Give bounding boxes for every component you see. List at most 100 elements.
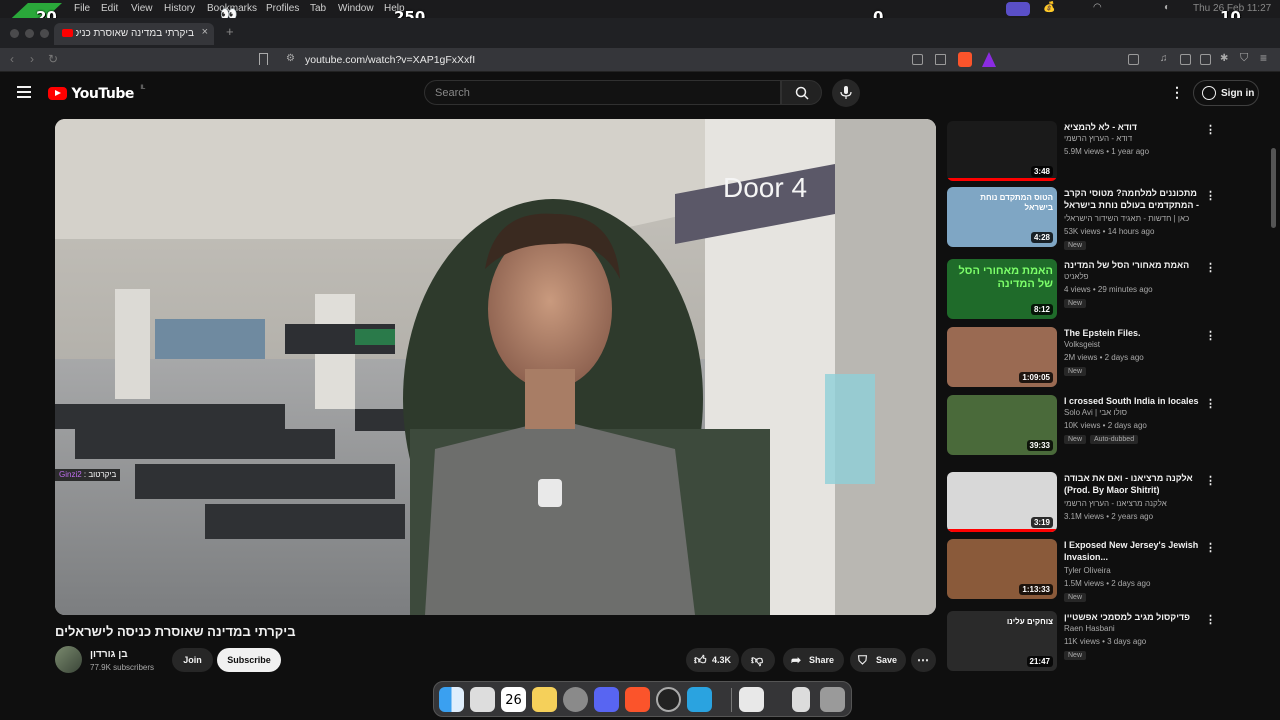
system-settings-icon[interactable] xyxy=(563,687,588,712)
bookmark-icon[interactable] xyxy=(259,53,268,65)
like-button[interactable]: 👍︎ 4.3K xyxy=(686,648,739,672)
share-page-icon[interactable] xyxy=(935,54,946,65)
recommendation-menu-icon[interactable]: ⋮ xyxy=(1205,397,1216,410)
recommendation-thumbnail[interactable]: 3:19 xyxy=(947,472,1057,532)
recommendation-menu-icon[interactable]: ⋮ xyxy=(1205,329,1216,342)
reload-icon[interactable]: ↻ xyxy=(48,52,58,66)
site-info-icon[interactable]: ⚙ xyxy=(286,53,295,64)
forward-icon[interactable]: › xyxy=(30,52,34,66)
brave-rewards-icon[interactable] xyxy=(982,52,996,67)
finder-icon[interactable] xyxy=(439,687,464,712)
back-icon[interactable]: ‹ xyxy=(10,52,14,66)
video-player[interactable]: Door 4 Ginzi2 : ביקרטוב xyxy=(55,119,936,615)
recommendation-thumbnail[interactable]: האמת מאחורי הסל של המדינה 8:12 xyxy=(947,259,1057,319)
browser-tab[interactable]: ביקרתי במדינה שאוסרת כניסה לישראלים × xyxy=(54,23,214,45)
recommendation-thumbnail[interactable]: 1:09:05 xyxy=(947,327,1057,387)
search-button[interactable] xyxy=(781,80,822,105)
calendar-icon[interactable]: 26 xyxy=(501,687,526,712)
save-button[interactable]: ⛉ Save xyxy=(850,648,906,672)
more-actions-button[interactable]: ⋯ xyxy=(911,648,936,672)
recommendation-menu-icon[interactable]: ⋮ xyxy=(1205,123,1216,136)
recommendation-menu-icon[interactable]: ⋮ xyxy=(1205,613,1216,626)
browser-menu-icon[interactable]: ≡ xyxy=(1260,51,1267,65)
recommendation-title[interactable]: דודא - לא להמציא xyxy=(1064,121,1204,133)
discord-icon[interactable] xyxy=(594,687,619,712)
recommendation-thumbnail[interactable]: 1:13:33 xyxy=(947,539,1057,599)
wallet-icon[interactable] xyxy=(1200,54,1211,65)
cast-icon[interactable] xyxy=(912,54,923,65)
hamburger-menu-icon[interactable] xyxy=(17,86,31,98)
recommendation-thumbnail[interactable]: צוחקים עלינו 21:47 xyxy=(947,611,1057,671)
recommendation-item[interactable]: 1:13:33 I Exposed New Jersey's Jewish Inv… xyxy=(947,539,1247,602)
recommendation-thumbnail[interactable]: הטוס המתקדם נוחת בישראל 4:28 xyxy=(947,187,1057,247)
recommendation-title[interactable]: אלקנה מרציאנו - ואם את אבודה (Prod. By M… xyxy=(1064,472,1204,496)
recommendation-channel[interactable]: Volksgeist xyxy=(1064,340,1100,349)
sidebar-icon[interactable] xyxy=(1128,54,1139,65)
minimize-window-button[interactable] xyxy=(25,29,34,38)
recommendation-item[interactable]: 3:19 אלקנה מרציאנו - ואם את אבודה (Prod. … xyxy=(947,472,1247,534)
url-field[interactable]: youtube.com/watch?v=XAP1gFxXxfI xyxy=(305,54,475,66)
settings-kebab-icon[interactable]: ⋮ xyxy=(1170,84,1184,101)
recommendation-channel[interactable]: אלקנה מרציאנו - הערוץ הרשמי xyxy=(1064,499,1167,508)
split-view-icon[interactable] xyxy=(1180,54,1191,65)
recommendation-thumbnail[interactable]: 39:33 xyxy=(947,395,1057,455)
recommendation-channel[interactable]: כאן | חדשות - תאגיד השידור הישראלי xyxy=(1064,214,1189,223)
recommendation-title[interactable]: I Exposed New Jersey's Jewish Invasion..… xyxy=(1064,539,1204,563)
recommendation-item[interactable]: הטוס המתקדם נוחת בישראל 4:28 מתכוננים למלח… xyxy=(947,187,1247,250)
menu-edit[interactable]: Edit xyxy=(101,3,118,14)
recommendation-thumbnail[interactable]: 3:48 xyxy=(947,121,1057,181)
recommendation-title[interactable]: מתכוננים למלחמה? מטוסי הקרב המתקדמים בעו… xyxy=(1064,187,1204,213)
new-tab-button[interactable]: + xyxy=(226,24,234,39)
recommendation-item[interactable]: 3:48 דודא - לא להמציא דודא - הערוץ הרשמי 5.… xyxy=(947,121,1247,183)
control-center-icon[interactable]: ◐ xyxy=(1164,2,1170,13)
notes-icon[interactable] xyxy=(532,687,557,712)
menu-profiles[interactable]: Profiles xyxy=(266,3,299,14)
recommendation-title[interactable]: The Epstein Files. xyxy=(1064,327,1204,339)
launchpad-icon[interactable] xyxy=(470,687,495,712)
telegram-icon[interactable] xyxy=(687,687,712,712)
sign-in-button[interactable]: Sign in xyxy=(1193,80,1259,106)
search-input[interactable] xyxy=(435,87,765,99)
join-button[interactable]: Join xyxy=(172,648,213,672)
recommendation-title[interactable]: I crossed South India in locales xyxy=(1064,395,1204,407)
music-icon[interactable]: ♫ xyxy=(1160,53,1168,64)
archive-file-icon[interactable] xyxy=(792,687,810,712)
trash-icon[interactable] xyxy=(820,687,845,712)
extensions-icon[interactable]: ✱ xyxy=(1220,53,1228,64)
recommendation-title[interactable]: פדיקסול מגיב למסמכי אפשטיין xyxy=(1064,611,1204,623)
recommendation-menu-icon[interactable]: ⋮ xyxy=(1205,474,1216,487)
wifi-icon[interactable]: ◠ xyxy=(1093,2,1102,13)
recommendation-item[interactable]: צוחקים עלינו 21:47 פדיקסול מגיב למסמכי אפש… xyxy=(947,611,1247,673)
brave-shields-icon[interactable] xyxy=(958,52,972,67)
recommendation-menu-icon[interactable]: ⋮ xyxy=(1205,541,1216,554)
maximize-window-button[interactable] xyxy=(40,29,49,38)
menu-history[interactable]: History xyxy=(164,3,195,14)
recommendation-channel[interactable]: פלאניט xyxy=(1064,272,1089,281)
recommendation-item[interactable]: האמת מאחורי הסל של המדינה 8:12 האמת מאחורי… xyxy=(947,259,1247,321)
recommendation-channel[interactable]: Raen Hasbani xyxy=(1064,624,1115,633)
menu-file[interactable]: File xyxy=(74,3,90,14)
menu-window[interactable]: Window xyxy=(338,3,374,14)
menu-view[interactable]: View xyxy=(131,3,153,14)
money-bag-icon[interactable]: 💰 xyxy=(1043,2,1055,13)
recommendation-menu-icon[interactable]: ⋮ xyxy=(1205,189,1216,202)
menu-tab[interactable]: Tab xyxy=(310,3,326,14)
close-tab-icon[interactable]: × xyxy=(202,26,208,38)
recommendation-menu-icon[interactable]: ⋮ xyxy=(1205,261,1216,274)
clock-icon[interactable] xyxy=(656,687,681,712)
subscribe-button[interactable]: Subscribe xyxy=(217,648,281,672)
close-window-button[interactable] xyxy=(10,29,19,38)
recommendation-title[interactable]: האמת מאחורי הסל של המדינה xyxy=(1064,259,1204,271)
page-scrollbar[interactable] xyxy=(1271,148,1276,228)
status-app-icon[interactable] xyxy=(1006,2,1030,16)
recommendation-channel[interactable]: דודא - הערוץ הרשמי xyxy=(1064,134,1132,143)
recommendation-item[interactable]: 1:09:05 The Epstein Files. Volksgeist 2M vi… xyxy=(947,327,1247,389)
documents-folder-icon[interactable] xyxy=(739,687,764,712)
dislike-button[interactable]: 👎︎ xyxy=(741,648,775,672)
recommendation-channel[interactable]: Tyler Oliveira xyxy=(1064,566,1111,575)
recommendation-item[interactable]: 39:33 I crossed South India in locales Sol… xyxy=(947,395,1247,457)
brave-icon[interactable] xyxy=(625,687,650,712)
voice-search-button[interactable] xyxy=(832,79,860,107)
youtube-logo[interactable]: YouTube IL xyxy=(48,85,145,103)
channel-avatar[interactable] xyxy=(55,646,82,673)
